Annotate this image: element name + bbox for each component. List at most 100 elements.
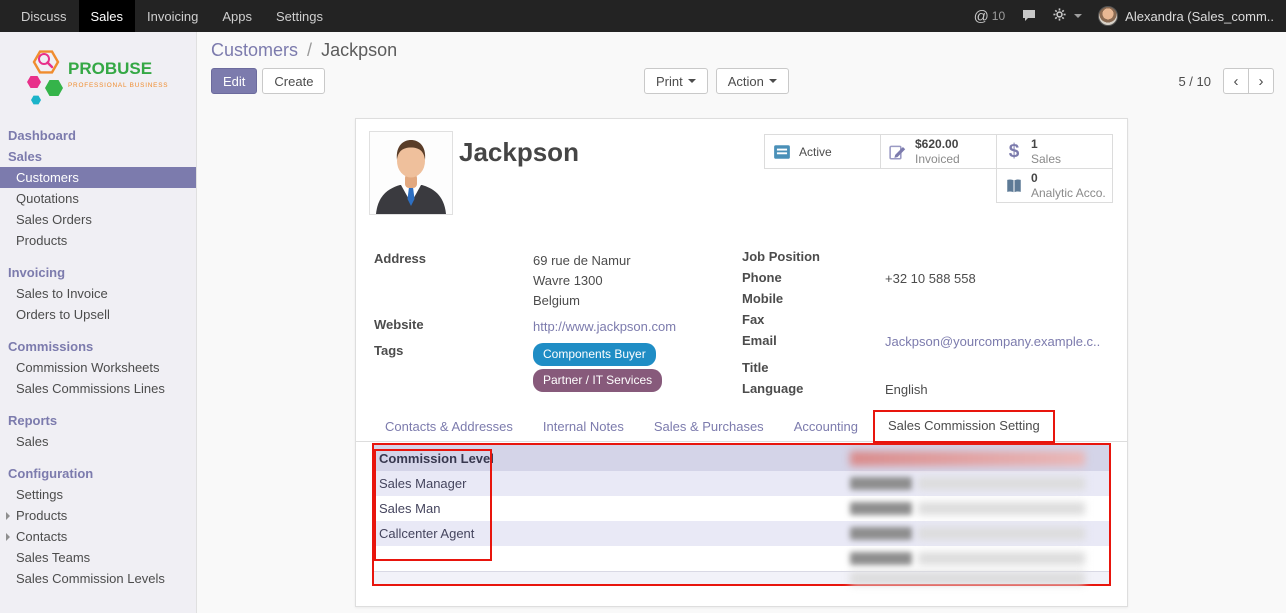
tag-partner-it-services[interactable]: Partner / IT Services [533,369,662,392]
tab-contacts-addresses[interactable]: Contacts & Addresses [370,412,528,441]
mobile-label: Mobile [742,291,885,306]
sidebar-item-customers[interactable]: Customers [0,167,196,188]
tab-accounting[interactable]: Accounting [779,412,873,441]
app-logo: PROBUSE PROFESSIONAL BUSINESS [0,32,196,117]
notebook-tabs: Contacts & Addresses Internal Notes Sale… [356,410,1127,442]
sidebar-section-invoicing[interactable]: Invoicing [0,262,196,283]
sidebar-item-quotations[interactable]: Quotations [0,188,196,209]
menu-invoicing[interactable]: Invoicing [135,0,210,32]
table-row[interactable]: Sales Man [374,496,1109,521]
sales-stat-button[interactable]: $ 1 Sales [996,134,1113,169]
phone-value[interactable]: +32 10 588 558 [885,270,976,287]
menu-settings[interactable]: Settings [264,0,335,32]
breadcrumb-current: Jackpson [321,40,397,60]
website-label: Website [374,317,533,332]
pager-count: 5 / 10 [1178,74,1211,89]
main-content: Customers / Jackpson Edit Create Print A… [197,32,1286,613]
active-label: Active [799,145,832,159]
mention-count: 10 [992,9,1005,23]
sales-label: Sales [1031,152,1061,167]
table-row-empty[interactable] [374,546,1109,571]
sidebar-section-commissions[interactable]: Commissions [0,336,196,357]
sidebar-item-settings[interactable]: Settings [0,484,196,505]
invoiced-amount: $620.00 [915,137,960,152]
gear-icon [1053,8,1066,24]
mentions-button[interactable]: @ 10 [974,8,1006,25]
right-field-group: Job Position Phone +32 10 588 558 Mobile… [742,249,1114,402]
email-link[interactable]: Jackpson@yourcompany.example.c.. [885,334,1100,349]
redacted-header-cell [850,451,1085,466]
sidebar-section-configuration[interactable]: Configuration [0,463,196,484]
chevron-down-icon [769,79,777,83]
sidebar-item-sales-orders[interactable]: Sales Orders [0,209,196,230]
tags-value: Components Buyer Partner / IT Services [533,343,662,395]
sidebar-item-commission-worksheets[interactable]: Commission Worksheets [0,357,196,378]
tab-sales-purchases[interactable]: Sales & Purchases [639,412,779,441]
breadcrumb-customers[interactable]: Customers [211,40,298,60]
sidebar-item-label: Contacts [16,529,67,544]
control-panel-buttons: Edit Create Print Action 5 / 10 ‹ › [211,68,1274,95]
address-value[interactable]: 69 rue de Namur Wavre 1300 Belgium [533,251,631,311]
edit-button[interactable]: Edit [211,68,257,94]
sidebar-item-sales-teams[interactable]: Sales Teams [0,547,196,568]
expand-icon [6,512,10,520]
invoice-pencil-icon [888,143,908,161]
menu-sales[interactable]: Sales [79,0,136,32]
stat-buttons: Active $620.00 Invoiced $ 1 Sales [765,134,1113,203]
commission-table: Commission Level Sales Manager Sales Man… [372,443,1111,586]
messages-button[interactable] [1021,7,1037,26]
sidebar-item-config-products[interactable]: Products [0,505,196,526]
chevron-down-icon [688,79,696,83]
address-country: Belgium [533,291,631,311]
email-label: Email [742,333,885,348]
sidebar-section-sales[interactable]: Sales [0,146,196,167]
sidebar-item-products[interactable]: Products [0,230,196,251]
redacted-cell [850,572,1085,585]
breadcrumb: Customers / Jackpson [211,40,397,61]
sidebar-item-sales-to-invoice[interactable]: Sales to Invoice [0,283,196,304]
tab-internal-notes[interactable]: Internal Notes [528,412,639,441]
address-label: Address [374,251,533,266]
commission-level-cell[interactable]: Sales Manager [374,476,850,491]
sidebar-item-config-contacts[interactable]: Contacts [0,526,196,547]
language-value[interactable]: English [885,381,928,398]
sidebar-item-reports-sales[interactable]: Sales [0,431,196,452]
sidebar-nav: Dashboard Sales Customers Quotations Sal… [0,125,196,589]
redacted-cell [918,552,1085,565]
menu-discuss[interactable]: Discuss [9,0,79,32]
table-row[interactable]: Sales Manager [374,471,1109,496]
customer-photo[interactable] [369,131,453,215]
sidebar-item-dashboard[interactable]: Dashboard [0,125,196,146]
active-stat-button[interactable]: Active [764,134,881,169]
analytic-label: Analytic Acco... [1031,186,1105,201]
top-navbar: Discuss Sales Invoicing Apps Settings @ … [0,0,1286,32]
analytic-count: 0 [1031,171,1105,186]
action-dropdown-button[interactable]: Action [716,68,789,94]
sidebar-item-label: Products [16,508,67,523]
debug-menu-button[interactable] [1053,8,1082,24]
redacted-cell [850,477,912,490]
commission-level-cell[interactable]: Callcenter Agent [374,526,850,541]
commission-level-cell[interactable]: Sales Man [374,501,850,516]
pager-previous-button[interactable]: ‹ [1223,68,1249,94]
sidebar: PROBUSE PROFESSIONAL BUSINESS Dashboard … [0,32,197,613]
analytic-stat-button[interactable]: 0 Analytic Acco... [996,168,1113,203]
top-menus: Discuss Sales Invoicing Apps Settings [0,0,335,32]
print-dropdown-button[interactable]: Print [644,68,708,94]
commission-level-header[interactable]: Commission Level [374,451,850,466]
table-row[interactable]: Callcenter Agent [374,521,1109,546]
create-button[interactable]: Create [262,68,325,94]
sidebar-item-sales-commission-levels[interactable]: Sales Commission Levels [0,568,196,589]
sidebar-section-reports[interactable]: Reports [0,410,196,431]
redacted-cell [850,527,912,540]
pager-next-button[interactable]: › [1248,68,1274,94]
redacted-cell [850,552,912,565]
sidebar-item-sales-commissions-lines[interactable]: Sales Commissions Lines [0,378,196,399]
tag-components-buyer[interactable]: Components Buyer [533,343,656,366]
user-menu[interactable]: Alexandra (Sales_comm.. [1098,6,1274,26]
menu-apps[interactable]: Apps [210,0,264,32]
tab-sales-commission-setting[interactable]: Sales Commission Setting [873,410,1055,443]
invoiced-stat-button[interactable]: $620.00 Invoiced [880,134,997,169]
sidebar-item-orders-to-upsell[interactable]: Orders to Upsell [0,304,196,325]
website-link[interactable]: http://www.jackpson.com [533,319,676,334]
